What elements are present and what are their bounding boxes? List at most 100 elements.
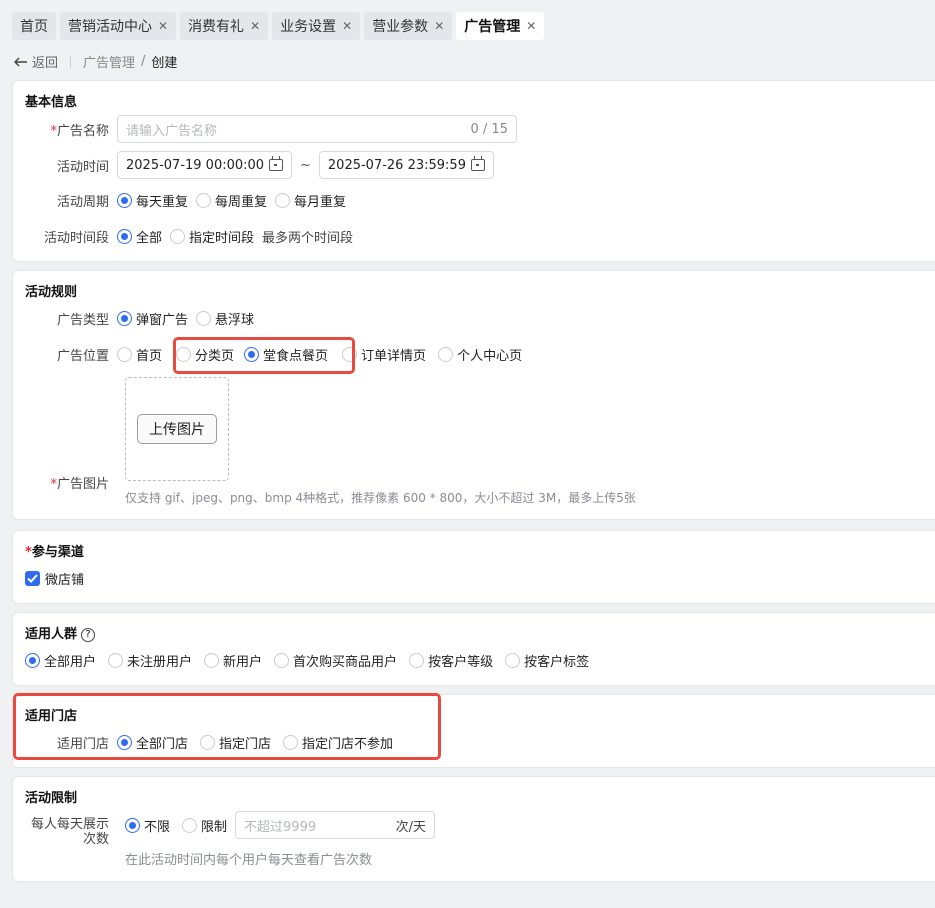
radio-unlimited[interactable]: 不限 xyxy=(125,816,170,835)
activity-time-row: 活动时间 2025-07-19 00:00:00 ~ 2025-07-26 23… xyxy=(13,151,494,179)
radio-weekly[interactable]: 每周重复 xyxy=(196,191,267,210)
tab-label: 营销活动中心 xyxy=(68,19,152,35)
daily-display-label: 每人每天展示 次数 xyxy=(13,817,117,847)
radio-circle xyxy=(409,653,425,668)
section-title: 基本信息 xyxy=(25,95,78,110)
cycle-radio-group: 每天重复 每周重复 每月重复 xyxy=(117,191,354,210)
upload-image-button[interactable]: 上传图片 xyxy=(137,414,217,444)
close-icon[interactable]: ✕ xyxy=(342,19,352,33)
radio-circle xyxy=(108,653,124,668)
close-icon[interactable]: ✕ xyxy=(158,19,168,33)
limit-row: 不限 限制 不超过9999 次/天 xyxy=(125,811,436,839)
ad-image-label: *广告图片 xyxy=(13,473,117,492)
radio-label: 订单详情页 xyxy=(361,349,427,364)
close-icon[interactable]: ✕ xyxy=(434,19,444,33)
applicable-crowd-card: 适用人群? 全部用户 未注册用户 新用户 首次购买商品用户 按客户等级 按客户标… xyxy=(12,612,935,686)
time-period-row: 活动时间段 全部 指定时间段 最多两个时间段 xyxy=(13,227,353,246)
radio-circle xyxy=(125,817,140,833)
title-text: 参与渠道 xyxy=(31,545,84,560)
radio-label: 每月重复 xyxy=(294,195,347,210)
basic-info-card: 基本信息 *广告名称 请输入广告名称 0 / 15 活动时间 2025-07-1… xyxy=(12,80,935,262)
radio-circle xyxy=(117,311,132,326)
radio-circle xyxy=(274,653,290,668)
calendar-icon xyxy=(470,156,485,171)
radio-label: 全部用户 xyxy=(44,655,97,670)
breadcrumb-current: 创建 xyxy=(151,56,178,71)
crowd-radio-group: 全部用户 未注册用户 新用户 首次购买商品用户 按客户等级 按客户标签 xyxy=(25,651,597,670)
breadcrumb: 返回 广告管理 / 创建 xyxy=(14,52,177,71)
radio-popup-ad[interactable]: 弹窗广告 xyxy=(117,309,188,328)
radio-label: 未注册用户 xyxy=(127,655,193,670)
radio-circle xyxy=(438,347,454,362)
channel-card: *参与渠道 微店铺 xyxy=(12,530,935,604)
tab-label: 广告管理 xyxy=(464,19,521,35)
range-separator: ~ xyxy=(300,157,311,173)
radio-limited[interactable]: 限制 xyxy=(182,816,227,835)
limit-count-input[interactable]: 不超过9999 次/天 xyxy=(235,811,436,839)
breadcrumb-parent[interactable]: 广告管理 xyxy=(83,52,135,71)
radio-label: 新用户 xyxy=(223,655,263,670)
start-time-value: 2025-07-19 00:00:00 xyxy=(126,157,265,173)
radio-specified-period[interactable]: 指定时间段 xyxy=(170,227,254,246)
radio-floating-ball[interactable]: 悬浮球 xyxy=(196,309,254,328)
radio-label: 弹窗广告 xyxy=(136,313,189,328)
checkbox-checked-icon xyxy=(25,571,40,586)
limit-hint: 在此活动时间内每个用户每天查看广告次数 xyxy=(125,853,373,868)
radio-label: 指定时间段 xyxy=(189,231,255,246)
radio-all-users[interactable]: 全部用户 xyxy=(25,651,96,670)
image-upload-area[interactable]: 上传图片 xyxy=(125,377,229,481)
radio-circle xyxy=(196,193,212,208)
tab-label: 业务设置 xyxy=(280,19,337,35)
ad-type-row: 广告类型 弹窗广告 悬浮球 xyxy=(13,309,262,328)
radio-daily[interactable]: 每天重复 xyxy=(117,191,188,210)
tab-business-settings[interactable]: 业务设置 ✕ xyxy=(272,12,361,40)
tab-label: 消费有礼 xyxy=(188,19,245,35)
end-time-picker[interactable]: 2025-07-26 23:59:59 xyxy=(318,151,494,179)
radio-home-page[interactable]: 首页 xyxy=(117,345,162,364)
ad-name-input[interactable]: 请输入广告名称 0 / 15 xyxy=(117,115,517,143)
radio-new-users[interactable]: 新用户 xyxy=(204,651,262,670)
placeholder: 请输入广告名称 xyxy=(126,123,218,139)
radio-unregistered-users[interactable]: 未注册用户 xyxy=(108,651,192,670)
radio-all-time[interactable]: 全部 xyxy=(117,227,162,246)
section-title: 活动规则 xyxy=(25,285,78,300)
label-text: 广告名称 xyxy=(56,123,109,139)
radio-label: 全部 xyxy=(136,231,163,246)
radio-by-customer-level[interactable]: 按客户等级 xyxy=(409,651,493,670)
end-time-value: 2025-07-26 23:59:59 xyxy=(327,157,466,173)
radio-by-customer-tag[interactable]: 按客户标签 xyxy=(505,651,589,670)
radio-personal-center-page[interactable]: 个人中心页 xyxy=(438,345,522,364)
highlight-box-store xyxy=(13,693,441,760)
title-text: 适用人群 xyxy=(25,627,78,642)
micro-store-checkbox[interactable]: 微店铺 xyxy=(25,569,84,588)
unit-suffix: 次/天 xyxy=(395,819,427,835)
tab-home[interactable]: 首页 xyxy=(12,12,56,40)
radio-label: 不限 xyxy=(144,819,171,835)
time-period-label: 活动时间段 xyxy=(43,231,109,246)
tab-consume-gift[interactable]: 消费有礼 ✕ xyxy=(180,12,269,40)
close-icon[interactable]: ✕ xyxy=(250,19,260,33)
arrow-left-icon xyxy=(14,57,27,66)
radio-monthly[interactable]: 每月重复 xyxy=(275,191,346,210)
tab-business-params[interactable]: 营业参数 ✕ xyxy=(364,12,453,40)
radio-circle xyxy=(204,653,220,668)
radio-label: 首页 xyxy=(136,349,163,364)
back-button[interactable]: 返回 xyxy=(14,52,58,71)
tab-bar: 首页 营销活动中心 ✕ 消费有礼 ✕ 业务设置 ✕ 营业参数 ✕ 广告管理 ✕ xyxy=(12,12,545,40)
radio-label: 首次购买商品用户 xyxy=(293,655,398,670)
highlight-box-position xyxy=(173,337,355,374)
image-format-hint: 仅支持 gif、jpeg、png、bmp 4种格式，推荐像素 600 * 800… xyxy=(125,491,636,505)
radio-label: 每天重复 xyxy=(136,195,189,210)
activity-limit-card: 活动限制 每人每天展示 次数 不限 限制 不超过9999 次/天 在此活动时间内… xyxy=(12,776,935,882)
close-icon[interactable]: ✕ xyxy=(526,19,536,33)
start-time-picker[interactable]: 2025-07-19 00:00:00 xyxy=(117,151,292,179)
radio-first-purchase-users[interactable]: 首次购买商品用户 xyxy=(274,651,397,670)
breadcrumb-separator: / xyxy=(141,54,146,69)
checkbox-label: 微店铺 xyxy=(45,573,85,588)
tab-marketing-center[interactable]: 营销活动中心 ✕ xyxy=(60,12,177,40)
tab-ad-management[interactable]: 广告管理 ✕ xyxy=(456,12,545,40)
ad-type-label: 广告类型 xyxy=(56,313,109,328)
help-icon[interactable]: ? xyxy=(81,627,96,642)
required-mark: * xyxy=(25,545,32,560)
radio-label: 悬浮球 xyxy=(215,313,255,328)
